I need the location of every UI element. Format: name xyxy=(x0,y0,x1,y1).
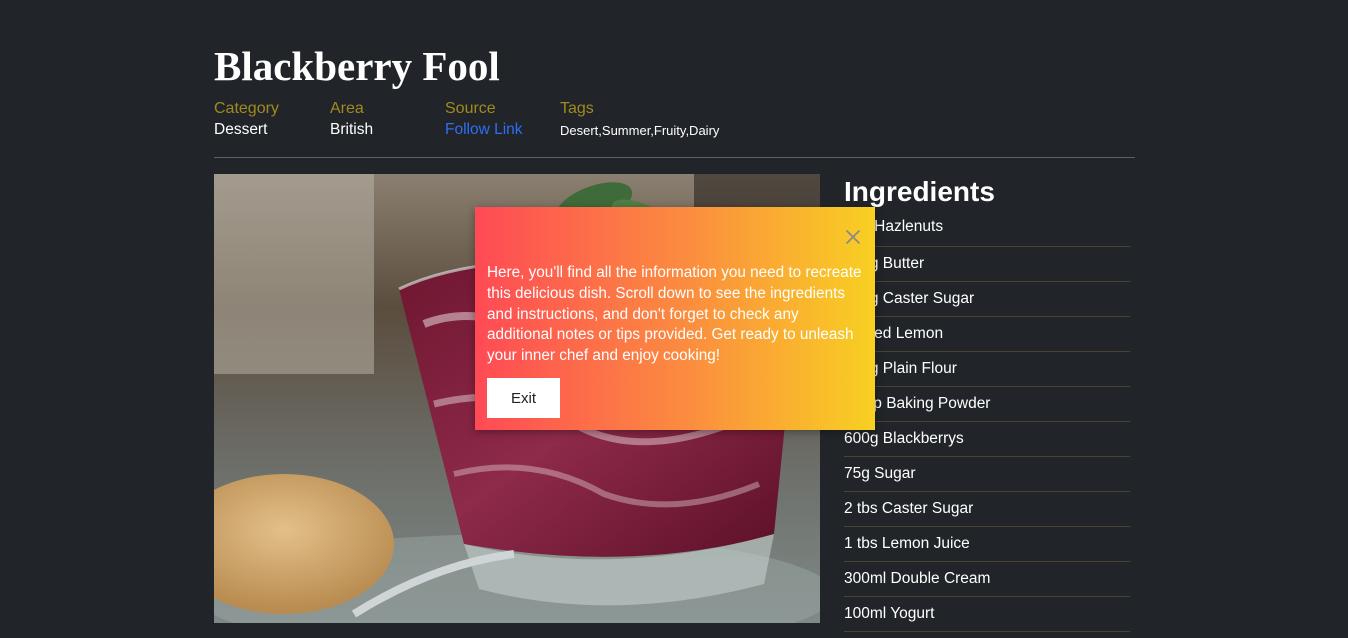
ingredient-item: ½ tsp Baking Powder xyxy=(844,387,1130,422)
category-label: Category xyxy=(214,100,279,117)
ingredient-item: 75g Sugar xyxy=(844,457,1130,492)
ingredient-item: 300ml Double Cream xyxy=(844,562,1130,597)
recipe-meta: Category Dessert Area British Source Fol… xyxy=(214,98,719,142)
modal-message: Here, you'll find all the information yo… xyxy=(487,264,862,365)
source-link[interactable]: Follow Link xyxy=(445,119,560,140)
meta-source: Source Follow Link xyxy=(445,98,560,142)
area-label: Area xyxy=(330,100,364,117)
ingredient-item: 150g Plain Flour xyxy=(844,352,1130,387)
welcome-modal: Here, you'll find all the information yo… xyxy=(475,207,875,430)
meta-tags: Tags Desert,Summer,Fruity,Dairy xyxy=(560,98,719,142)
ingredient-item: 125g Butter xyxy=(844,247,1130,282)
source-label: Source xyxy=(445,100,496,117)
ingredient-item: 100ml Yogurt xyxy=(844,597,1130,632)
ingredients-panel: Ingredients 50g Hazlenuts 125g Butter 15… xyxy=(844,174,1130,632)
ingredient-item: 50g Hazlenuts xyxy=(844,210,1130,247)
ingredient-item: 150g Caster Sugar xyxy=(844,282,1130,317)
tags-value: Desert,Summer,Fruity,Dairy xyxy=(560,123,720,138)
ingredient-item: 1 tbs Lemon Juice xyxy=(844,527,1130,562)
ingredients-title: Ingredients xyxy=(844,176,995,207)
area-value: British xyxy=(330,121,374,138)
category-value: Dessert xyxy=(214,121,268,138)
ingredients-list: 50g Hazlenuts 125g Butter 150g Caster Su… xyxy=(844,210,1130,632)
meta-category: Category Dessert xyxy=(214,98,330,142)
ingredient-item: Grated Lemon xyxy=(844,317,1130,352)
recipe-title: Blackberry Fool xyxy=(214,43,500,89)
close-icon[interactable] xyxy=(845,229,861,245)
meta-area: Area British xyxy=(330,98,445,142)
header-divider xyxy=(214,157,1135,158)
tags-label: Tags xyxy=(560,100,594,117)
exit-button[interactable]: Exit xyxy=(487,378,560,418)
ingredient-item: 600g Blackberrys xyxy=(844,422,1130,457)
ingredient-item: 2 tbs Caster Sugar xyxy=(844,492,1130,527)
